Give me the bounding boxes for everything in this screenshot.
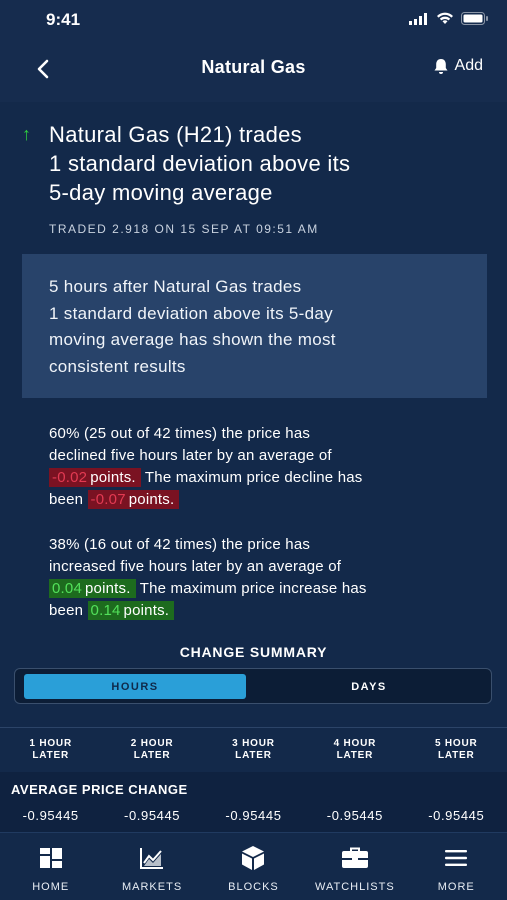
briefcase-icon bbox=[341, 845, 369, 871]
add-alert-button[interactable]: Add bbox=[433, 57, 483, 75]
chart-icon bbox=[140, 845, 164, 871]
avg-value: -0.95445 bbox=[225, 808, 282, 823]
headline-line: 1 standard deviation above its bbox=[49, 151, 351, 176]
hour-column-bottom: LATER bbox=[235, 750, 272, 761]
increase-max-unit: points. bbox=[123, 601, 175, 620]
tab-label: MARKETS bbox=[121, 881, 183, 893]
avg-value: -0.95445 bbox=[22, 808, 79, 823]
tab-markets[interactable]: MARKETS bbox=[102, 833, 203, 900]
nav-bar: Natural Gas Add bbox=[0, 40, 507, 102]
tab-home[interactable]: HOME bbox=[0, 833, 101, 900]
hour-column-header: 5 HOUR LATER bbox=[406, 738, 507, 762]
home-grid-icon bbox=[39, 845, 63, 871]
decline-avg-unit: points. bbox=[90, 468, 141, 487]
increase-line: 0.04 points. The maximum price increase h… bbox=[49, 578, 469, 600]
hour-column-top: 5 HOUR bbox=[434, 738, 478, 749]
increase-paragraph: 38% (16 out of 42 times) the price has i… bbox=[49, 534, 469, 622]
increase-max-value: 0.14 bbox=[87, 601, 124, 620]
decline-max-unit: points. bbox=[128, 490, 180, 509]
hour-column-bottom: LATER bbox=[32, 750, 69, 761]
increase-avg-unit: points. bbox=[85, 579, 136, 598]
decline-line: 60% (25 out of 42 times) the price has bbox=[49, 425, 311, 442]
decline-max-value: -0.07 bbox=[87, 490, 129, 509]
headline-text: Natural Gas (H21) trades 1 standard devi… bbox=[49, 120, 492, 207]
hour-column-bottom: LATER bbox=[437, 750, 475, 761]
tab-label: MORE bbox=[437, 881, 475, 893]
tab-hours[interactable]: HOURS bbox=[24, 674, 246, 699]
increase-been: been bbox=[49, 602, 84, 619]
headline-line: 5-day moving average bbox=[49, 180, 273, 205]
decline-avg-value: -0.02 bbox=[49, 468, 91, 487]
result-summary-text: 5 hours after Natural Gas trades 1 stand… bbox=[49, 274, 469, 380]
hour-column-top: 2 HOUR bbox=[130, 738, 174, 749]
result-line: consistent results bbox=[49, 356, 186, 376]
tab-label: WATCHLISTS bbox=[315, 881, 395, 893]
hamburger-icon bbox=[444, 845, 468, 871]
result-line: 5 hours after Natural Gas trades bbox=[49, 277, 302, 296]
avg-value: -0.95445 bbox=[428, 808, 485, 823]
hour-column-top: 4 HOUR bbox=[333, 738, 377, 749]
decline-been: been bbox=[49, 491, 84, 508]
increase-avg-value: 0.04 bbox=[49, 579, 85, 598]
arrow-up-icon: ↑ bbox=[22, 124, 31, 144]
average-price-change-section: AVERAGE PRICE CHANGE -0.95445 -0.95445 -… bbox=[0, 772, 507, 832]
hour-column-top: 1 HOUR bbox=[29, 738, 72, 749]
period-segmented-control: HOURS DAYS bbox=[14, 668, 492, 704]
increase-max-text: The maximum price increase has bbox=[139, 580, 367, 597]
add-label: Add bbox=[454, 57, 483, 74]
signal-headline: ↑ Natural Gas (H21) trades 1 standard de… bbox=[22, 120, 492, 207]
average-price-change-label: AVERAGE PRICE CHANGE bbox=[11, 782, 188, 797]
hour-column-header: 4 HOUR LATER bbox=[304, 738, 405, 762]
decline-line: been -0.07 points. bbox=[49, 489, 469, 511]
wifi-icon bbox=[437, 12, 453, 24]
decline-paragraph: 60% (25 out of 42 times) the price has d… bbox=[49, 423, 469, 511]
bell-icon bbox=[434, 58, 448, 74]
hour-column-top: 3 HOUR bbox=[232, 738, 275, 749]
increase-line: been 0.14 points. bbox=[49, 600, 469, 622]
tab-label: HOME bbox=[32, 881, 70, 893]
hour-column-header: 3 HOUR LATER bbox=[203, 738, 304, 762]
traded-info: TRADED 2.918 ON 15 SEP AT 09:51 AM bbox=[49, 222, 319, 236]
decline-max-text: The maximum price decline has bbox=[144, 469, 363, 486]
battery-icon bbox=[461, 12, 488, 25]
change-summary-title: CHANGE SUMMARY bbox=[179, 644, 328, 660]
cube-icon bbox=[240, 845, 266, 871]
tab-label: BLOCKS bbox=[228, 881, 279, 893]
hours-header-row: 1 HOUR LATER 2 HOUR LATER 3 HOUR LATER 4 HO… bbox=[0, 728, 507, 772]
increase-line: 38% (16 out of 42 times) the price has bbox=[49, 536, 311, 553]
tab-more[interactable]: MORE bbox=[406, 833, 507, 900]
signal-icon bbox=[409, 12, 427, 25]
status-time: 9:41 bbox=[46, 10, 81, 29]
bottom-tab-bar: HOME MARKETS BLOCKS WATCHLISTS MORE bbox=[0, 832, 507, 900]
hour-column-header: 1 HOUR LATER bbox=[0, 738, 101, 762]
result-line: moving average has shown the most bbox=[49, 330, 336, 349]
avg-value: -0.95445 bbox=[326, 808, 383, 823]
status-bar: 9:41 bbox=[0, 0, 507, 40]
hour-column-header: 2 HOUR LATER bbox=[102, 738, 203, 762]
decline-line: -0.02 points. The maximum price decline h… bbox=[49, 467, 469, 489]
result-line: 1 standard deviation above its 5-day bbox=[49, 303, 333, 323]
page-title: Natural Gas bbox=[201, 57, 306, 77]
decline-line: declined five hours later by an average … bbox=[49, 447, 332, 464]
average-price-change-values: -0.95445 -0.95445 -0.95445 -0.95445 -0.9… bbox=[0, 808, 507, 823]
increase-line: increased five hours later by an average… bbox=[49, 558, 342, 575]
tab-blocks[interactable]: BLOCKS bbox=[203, 833, 304, 900]
tab-days[interactable]: DAYS bbox=[255, 674, 483, 699]
result-summary-box: 5 hours after Natural Gas trades 1 stand… bbox=[22, 254, 487, 398]
headline-line: Natural Gas (H21) trades bbox=[49, 122, 302, 147]
hour-column-bottom: LATER bbox=[133, 750, 171, 761]
status-icons bbox=[409, 12, 489, 25]
tab-watchlists[interactable]: WATCHLISTS bbox=[304, 833, 405, 900]
hour-column-bottom: LATER bbox=[336, 750, 374, 761]
avg-value: -0.95445 bbox=[124, 808, 181, 823]
